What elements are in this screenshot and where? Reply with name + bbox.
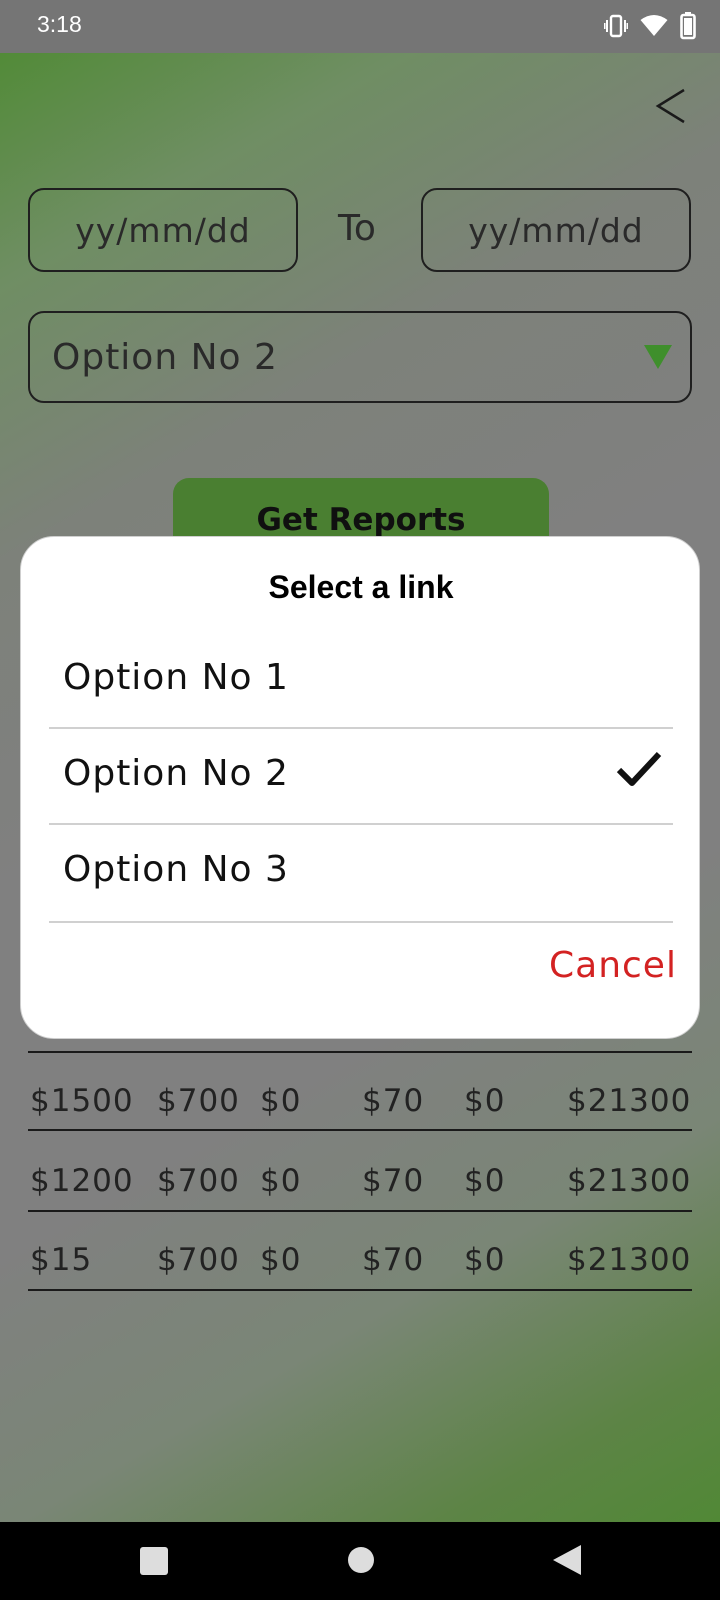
table-cell: $21300 — [567, 1242, 692, 1278]
status-time: 3:18 — [37, 11, 82, 37]
option-label: Option No 2 — [63, 753, 289, 794]
table-row: $1200 $700 $0 $70 $0 $21300 — [0, 1163, 720, 1203]
table-divider — [28, 1289, 692, 1291]
table-divider — [28, 1129, 692, 1131]
chevron-left-icon — [655, 88, 685, 124]
table-cell: $700 — [157, 1242, 240, 1278]
status-icons — [604, 12, 696, 40]
dialog-option-1[interactable]: Option No 1 — [49, 633, 673, 729]
table-cell: $0 — [260, 1242, 302, 1278]
table-cell: $0 — [464, 1163, 506, 1199]
dropdown-value: Option No 2 — [52, 337, 278, 378]
table-cell: $0 — [464, 1242, 506, 1278]
table-divider — [28, 1051, 692, 1053]
table-cell: $70 — [362, 1083, 425, 1119]
dialog-option-3[interactable]: Option No 3 — [49, 825, 673, 921]
table-cell: $21300 — [567, 1163, 692, 1199]
checkmark-icon — [616, 751, 662, 786]
table-cell: $700 — [157, 1163, 240, 1199]
table-cell: $70 — [362, 1163, 425, 1199]
back-triangle-icon[interactable] — [552, 1544, 582, 1576]
back-button[interactable] — [650, 84, 694, 128]
to-label: To — [338, 208, 376, 249]
dialog-title: Select a link — [268, 569, 454, 605]
status-bar: 3:18 — [0, 0, 720, 53]
wifi-icon — [640, 15, 668, 36]
from-date-input[interactable]: yy/mm/dd — [28, 188, 298, 272]
navigation-bar — [0, 1522, 720, 1600]
to-date-input[interactable]: yy/mm/dd — [421, 188, 691, 272]
battery-icon — [680, 12, 696, 40]
dialog-option-2[interactable]: Option No 2 — [49, 729, 673, 825]
table-cell: $0 — [260, 1163, 302, 1199]
home-circle-icon[interactable] — [347, 1546, 375, 1574]
screen: 3:18 yy/mm/dd To yy/mm/dd Option No 2 Ge… — [0, 0, 720, 1600]
recents-square-icon[interactable] — [139, 1546, 169, 1576]
triangle-down-icon — [644, 345, 672, 369]
table-cell: $70 — [362, 1242, 425, 1278]
table-cell: $1500 — [30, 1083, 134, 1119]
table-row: $1500 $700 $0 $70 $0 $21300 — [0, 1083, 720, 1123]
table-row: $15 $700 $0 $70 $0 $21300 — [0, 1242, 720, 1282]
select-link-dialog: Select a link Option No 1 Option No 2 Op… — [20, 536, 700, 1039]
table-divider — [28, 1210, 692, 1212]
option-label: Option No 3 — [63, 849, 289, 890]
option-label: Option No 1 — [63, 657, 289, 698]
table-cell: $15 — [30, 1242, 93, 1278]
vibrate-icon — [604, 14, 628, 38]
table-cell: $1200 — [30, 1163, 134, 1199]
option-dropdown[interactable]: Option No 2 — [28, 311, 692, 403]
table-cell: $0 — [260, 1083, 302, 1119]
table-cell: $0 — [464, 1083, 506, 1119]
cancel-button[interactable]: Cancel — [549, 945, 677, 986]
table-cell: $21300 — [567, 1083, 692, 1119]
table-cell: $700 — [157, 1083, 240, 1119]
option-divider — [49, 921, 673, 923]
